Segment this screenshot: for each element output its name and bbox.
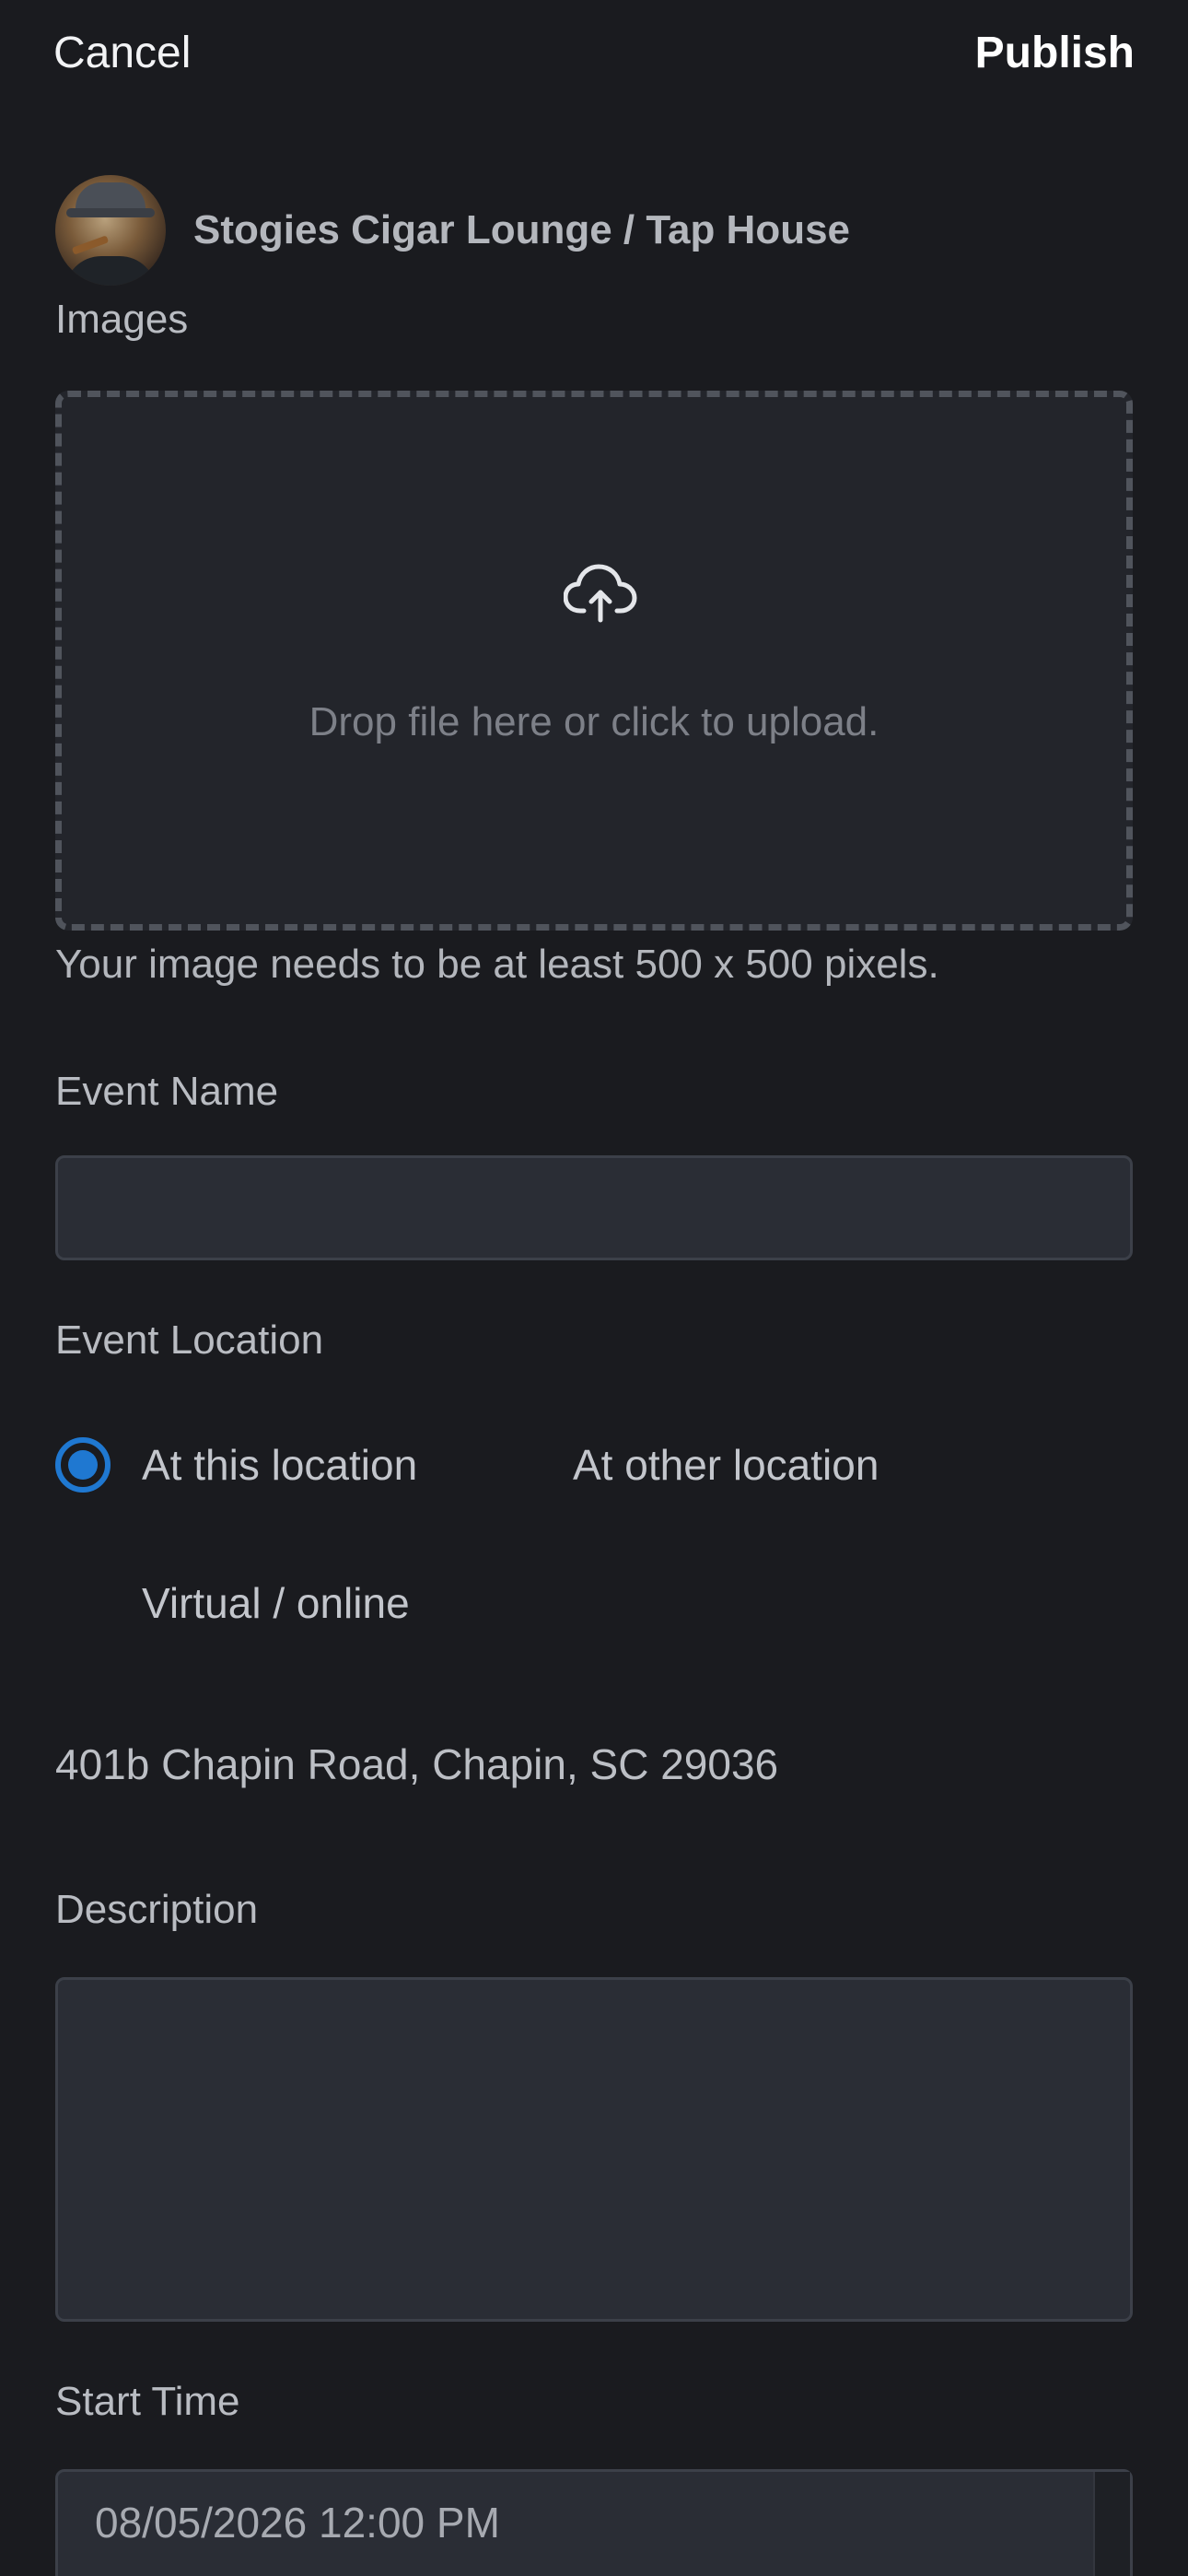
event-location-label: Event Location	[55, 1317, 324, 1363]
top-bar: Cancel Publish	[0, 0, 1188, 120]
dropzone-text: Drop file here or click to upload.	[309, 699, 879, 744]
venue-avatar	[55, 175, 166, 286]
radio-at-other-location[interactable]: At other location	[486, 1437, 879, 1493]
cloud-upload-icon	[564, 564, 637, 623]
description-input[interactable]	[55, 1977, 1133, 2322]
venue-header: Stogies Cigar Lounge / Tap House	[55, 175, 850, 286]
radio-unselected-icon	[486, 1437, 542, 1493]
start-time-value: 08/05/2026 12:00 PM	[95, 2499, 500, 2547]
cancel-button[interactable]: Cancel	[53, 28, 191, 78]
radio-label: Virtual / online	[142, 1579, 410, 1627]
radio-selected-icon	[55, 1437, 111, 1493]
publish-button[interactable]: Publish	[975, 28, 1135, 78]
images-label: Images	[55, 297, 189, 342]
event-name-label: Event Name	[55, 1069, 279, 1114]
radio-label: At this location	[142, 1441, 418, 1489]
radio-unselected-icon	[55, 1575, 111, 1631]
create-event-page: Cancel Publish Stogies Cigar Lounge / Ta…	[0, 0, 1188, 2576]
radio-label: At other location	[573, 1441, 879, 1489]
location-address: 401b Chapin Road, Chapin, SC 29036	[55, 1740, 779, 1788]
start-time-label: Start Time	[55, 2379, 240, 2424]
start-time-input[interactable]: 08/05/2026 12:00 PM	[55, 2469, 1133, 2576]
radio-virtual-online[interactable]: Virtual / online	[55, 1575, 410, 1631]
event-name-input[interactable]	[55, 1155, 1133, 1260]
scrollbar[interactable]	[1093, 2472, 1130, 2576]
image-upload-dropzone[interactable]: Drop file here or click to upload.	[55, 391, 1133, 931]
radio-at-this-location[interactable]: At this location	[55, 1437, 417, 1493]
image-size-hint: Your image needs to be at least 500 x 50…	[55, 942, 939, 987]
venue-name: Stogies Cigar Lounge / Tap House	[193, 207, 851, 252]
description-label: Description	[55, 1887, 259, 1932]
